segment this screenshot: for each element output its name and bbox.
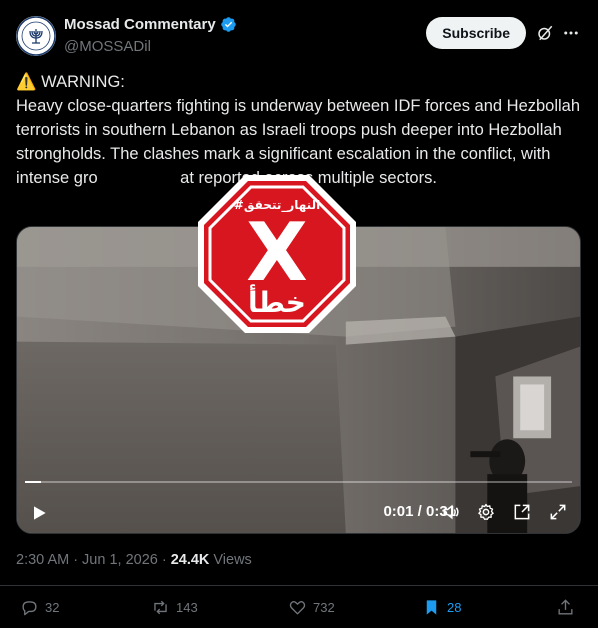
fullscreen-icon[interactable] (548, 502, 568, 522)
meta-separator: · (161, 552, 167, 568)
reply-count: 32 (45, 600, 60, 615)
volume-icon[interactable] (441, 502, 461, 522)
meta-separator: · (73, 552, 79, 568)
repost-count: 143 (176, 600, 198, 615)
reply-button[interactable]: 32 (20, 598, 59, 617)
tweet-time[interactable]: 2:30 AM (16, 552, 69, 568)
bookmark-icon (426, 600, 437, 615)
views-label: Views (213, 552, 252, 568)
like-button[interactable]: 732 (288, 598, 335, 617)
like-count: 732 (313, 600, 335, 615)
share-icon (558, 599, 573, 615)
progress-fill (25, 481, 42, 483)
action-bar: 32 143 732 28 (16, 598, 582, 624)
more-options-icon[interactable] (562, 24, 580, 42)
bookmark-button[interactable]: 28 (422, 598, 461, 617)
views-count: 24.4K (170, 552, 210, 568)
avatar[interactable] (16, 16, 56, 56)
false-rating-stamp: #النهار_تتحقق X خطأ (198, 175, 356, 333)
subscribe-button[interactable]: Subscribe (426, 17, 526, 49)
play-icon[interactable] (29, 503, 49, 523)
warning-emoji: ⚠️ (16, 73, 37, 91)
tweet-date[interactable]: Jun 1, 2026 (82, 552, 158, 568)
stamp-verdict-text: خطأ (248, 284, 306, 319)
bookmark-count: 28 (447, 600, 462, 615)
reply-icon (22, 601, 37, 616)
pop-out-icon[interactable] (512, 502, 532, 522)
name-row: Mossad Commentary (64, 16, 237, 33)
display-name[interactable]: Mossad Commentary (64, 16, 216, 33)
share-button[interactable] (556, 598, 575, 617)
user-handle[interactable]: @MOSSADil (64, 38, 151, 55)
tweet-meta: 2:30 AM · Jun 1, 2026 · 24.4K Views (16, 552, 252, 568)
progress-track[interactable] (25, 481, 572, 483)
tweet-body: WARNING: Heavy close-quarters fighting i… (16, 73, 581, 187)
grok-icon[interactable] (536, 24, 554, 42)
repost-icon (154, 600, 167, 615)
tweet-header: Mossad Commentary @MOSSADil Subscribe (16, 14, 582, 58)
repost-button[interactable]: 143 (151, 598, 198, 617)
settings-gear-icon[interactable] (476, 502, 496, 522)
mossad-logo-icon (16, 16, 56, 56)
verified-badge-icon (220, 17, 236, 32)
heart-icon (289, 601, 306, 615)
divider (0, 585, 598, 586)
